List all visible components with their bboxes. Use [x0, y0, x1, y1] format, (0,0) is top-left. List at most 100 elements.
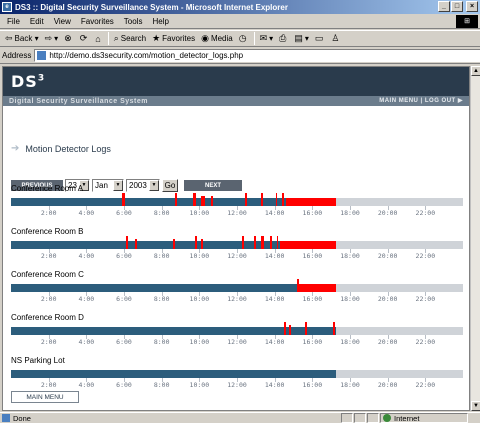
axis-tick-label: 12:00	[227, 381, 247, 389]
scroll-down-icon[interactable]: ▼	[471, 401, 480, 411]
go-button[interactable]: Go	[162, 179, 178, 192]
print-icon: ⎙	[279, 33, 287, 43]
motion-event-mark	[201, 196, 205, 206]
axis-tick-label: 10:00	[189, 295, 210, 303]
favorites-button[interactable]: ★ Favorites	[149, 33, 198, 44]
motion-event-mark	[261, 193, 264, 206]
media-icon: ◉	[201, 33, 209, 43]
year-select[interactable]: 2003 ▼	[126, 179, 160, 192]
home-icon: ⌂	[95, 33, 101, 44]
axis-tick-label: 8:00	[153, 338, 170, 346]
motion-event-mark	[269, 236, 272, 249]
menu-view[interactable]: View	[49, 17, 76, 26]
edit-icon: ▤	[294, 33, 303, 43]
home-button[interactable]: ⌂	[92, 34, 105, 44]
axis-tick-label: 18:00	[340, 381, 360, 389]
motion-event-mark	[299, 284, 336, 292]
axis-tick-label: 20:00	[377, 338, 398, 346]
axis-tick-label: 6:00	[116, 252, 132, 260]
motion-event-mark	[194, 236, 197, 249]
menu-bar: File Edit View Favorites Tools Help	[0, 14, 480, 29]
menu-help[interactable]: Help	[147, 17, 173, 26]
axis-tick-label: 14:00	[264, 209, 285, 217]
axis-tick-label: 4:00	[78, 295, 95, 303]
axis-tick-label: 12:00	[227, 295, 247, 303]
print-button[interactable]: ⎙	[276, 33, 291, 44]
motion-event-mark	[280, 241, 336, 249]
mail-icon: ✉	[259, 33, 268, 43]
history-button[interactable]: ◷	[236, 33, 252, 44]
time-axis: 2:00 4:00 6:00 8:00 10:00 12:00 14:00 16:00 18:0…	[11, 335, 463, 347]
motion-event-mark	[288, 325, 291, 335]
axis-tick-label: 6:00	[116, 338, 132, 346]
media-button[interactable]: ◉ Media	[198, 33, 236, 44]
next-button[interactable]: NEXT	[184, 180, 242, 191]
axis-tick-label: 10:00	[189, 252, 210, 260]
back-button[interactable]: ⇦ Back ▾	[2, 33, 42, 44]
menu-edit[interactable]: Edit	[25, 17, 49, 26]
discuss-button[interactable]: ▭	[312, 33, 329, 44]
back-arrow-icon: ⇦	[5, 33, 13, 43]
search-button[interactable]: ⌕ Search	[111, 33, 149, 44]
site-tagline-bar: Digital Security Surveillance System MAI…	[3, 96, 469, 106]
maximize-icon[interactable]: □	[451, 1, 463, 12]
motion-event-mark	[284, 322, 286, 335]
axis-tick-label: 12:00	[227, 252, 247, 260]
axis-tick-label: 20:00	[377, 381, 398, 389]
room-label: NS Parking Lot	[11, 356, 65, 365]
history-icon: ◷	[238, 33, 247, 43]
minimize-icon[interactable]: _	[438, 1, 450, 12]
search-icon: ⌕	[113, 33, 119, 43]
motion-event-mark	[282, 193, 285, 206]
axis-tick-label: 22:00	[415, 252, 436, 260]
axis-tick-label: 20:00	[377, 209, 398, 217]
discuss-icon: ▭	[314, 33, 324, 43]
month-select[interactable]: Jan ▼	[92, 179, 124, 192]
menu-tools[interactable]: Tools	[119, 17, 148, 26]
address-input[interactable]: http://demo.ds3security.com/motion_detec…	[34, 49, 480, 62]
axis-tick-label: 4:00	[78, 381, 95, 389]
axis-tick-label: 2:00	[40, 338, 57, 346]
axis-tick-label: 12:00	[227, 209, 247, 217]
mail-button[interactable]: ✉ ▾	[257, 33, 277, 44]
axis-tick-label: 14:00	[264, 381, 285, 389]
windows-logo-icon: ⊞	[456, 15, 478, 28]
motion-event-mark	[122, 193, 125, 206]
edit-button[interactable]: ▤ ▾	[291, 33, 312, 44]
motion-event-mark	[135, 239, 138, 249]
axis-tick-label: 16:00	[302, 252, 323, 260]
vertical-scrollbar[interactable]: ▲ ▼	[470, 66, 480, 411]
axis-tick-label: 18:00	[340, 209, 360, 217]
axis-tick-label: 2:00	[40, 209, 57, 217]
address-url: http://demo.ds3security.com/motion_detec…	[49, 51, 244, 60]
motion-event-mark	[261, 236, 265, 249]
messenger-icon: ♙	[331, 33, 340, 43]
stop-button[interactable]: ⊗	[61, 33, 77, 44]
axis-tick-label: 22:00	[415, 209, 436, 217]
axis-tick-label: 4:00	[78, 338, 95, 346]
axis-tick-label: 10:00	[189, 209, 210, 217]
status-cell	[341, 413, 353, 423]
forward-button[interactable]: ⇨ ▾	[42, 33, 62, 44]
page-content: DS3 Digital Security Surveillance System…	[2, 66, 470, 411]
motion-event-mark	[174, 193, 177, 206]
close-icon[interactable]: ×	[466, 1, 478, 12]
refresh-button[interactable]: ⟳	[77, 33, 93, 44]
axis-tick-label: 6:00	[116, 295, 132, 303]
motion-event-mark	[192, 193, 196, 206]
site-nav-links[interactable]: MAIN MENU | LOG OUT ▶	[379, 96, 463, 106]
room-label: Conference Room C	[11, 270, 84, 279]
main-menu-button[interactable]: MAIN MENU	[11, 391, 79, 403]
site-logo: DS3	[11, 72, 46, 91]
stop-icon: ⊗	[64, 33, 72, 43]
scroll-up-icon[interactable]: ▲	[471, 66, 480, 76]
axis-tick-label: 2:00	[40, 295, 57, 303]
axis-tick-label: 20:00	[377, 295, 398, 303]
messenger-button[interactable]: ♙	[328, 33, 344, 44]
menu-file[interactable]: File	[2, 17, 25, 26]
page-title: ➔ Motion Detector Logs	[11, 143, 111, 154]
menu-favorites[interactable]: Favorites	[76, 17, 119, 26]
axis-tick-label: 6:00	[116, 381, 132, 389]
axis-tick-label: 8:00	[153, 295, 170, 303]
axis-tick-label: 8:00	[153, 381, 170, 389]
